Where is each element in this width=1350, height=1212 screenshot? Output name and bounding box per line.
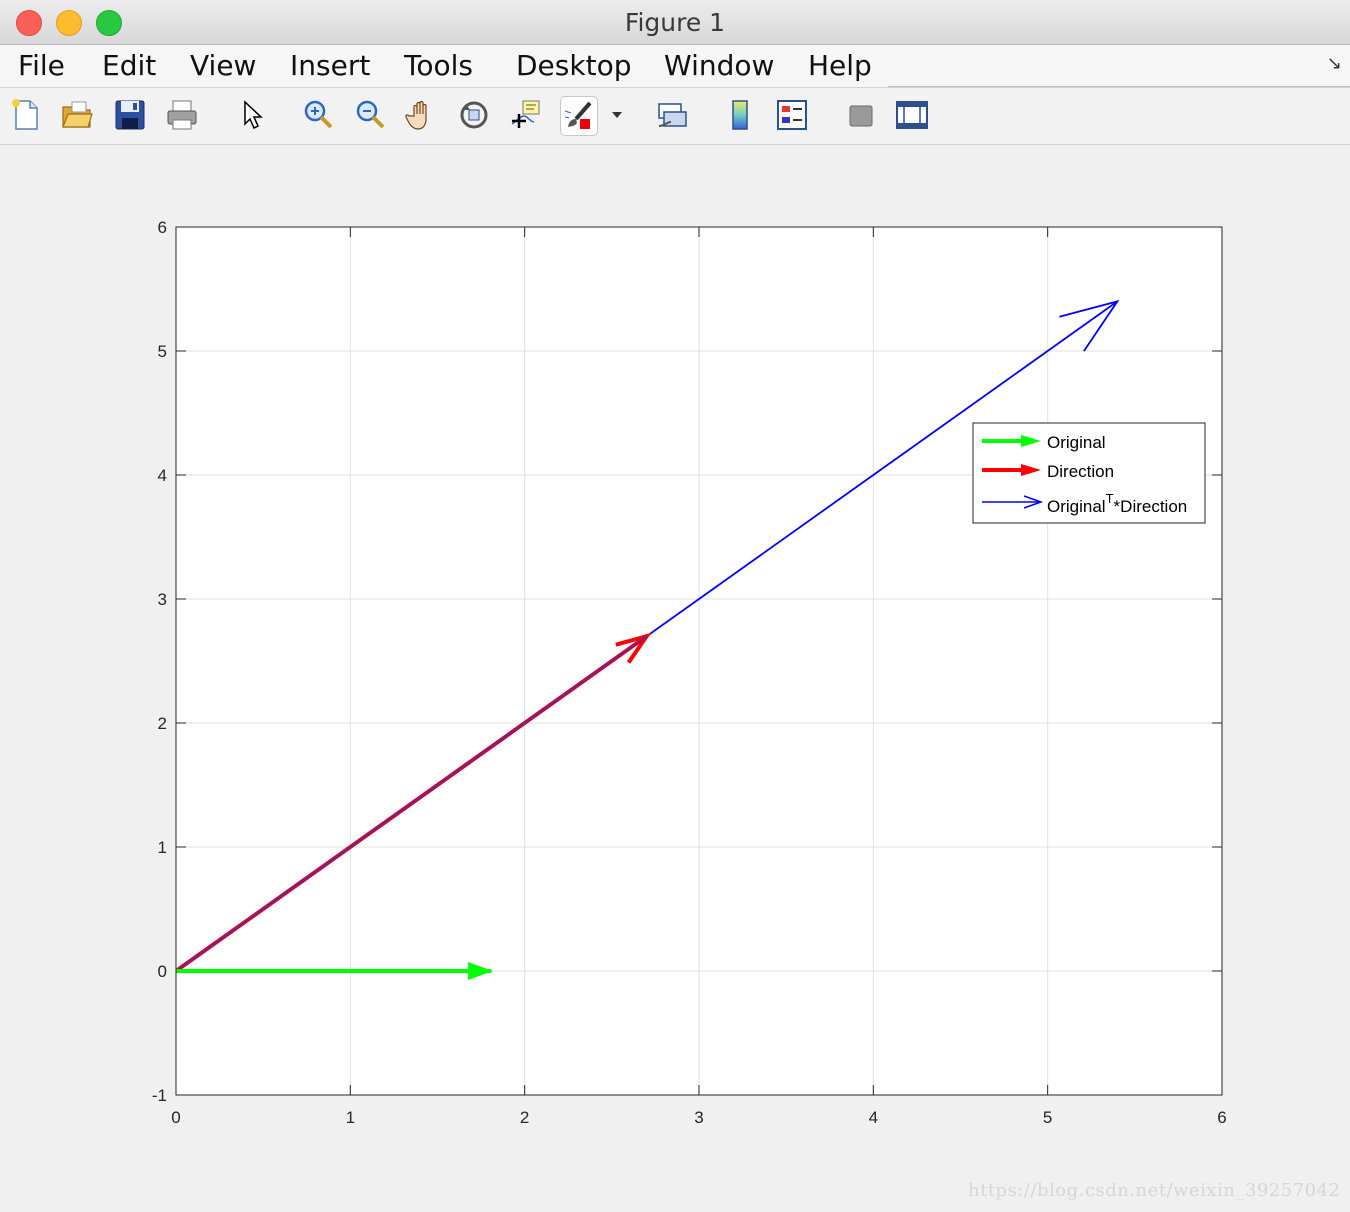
legend-label-direction: Direction <box>1047 462 1114 481</box>
y-tick-label: 3 <box>158 590 167 609</box>
legend[interactable]: Original Direction OriginalT*Direction <box>972 422 1206 524</box>
watermark: https://blog.csdn.net/weixin_39257042 <box>968 1180 1341 1201</box>
x-tick-label: 4 <box>869 1108 878 1127</box>
x-tick-label: 5 <box>1043 1108 1052 1127</box>
y-tick-label: 2 <box>158 714 167 733</box>
x-tick-label: 6 <box>1217 1108 1226 1127</box>
legend-label-original: Original <box>1047 433 1106 452</box>
y-tick-label: 0 <box>158 962 167 981</box>
legend-label-projection-base: Original <box>1047 497 1106 516</box>
x-tick-label: 0 <box>171 1108 180 1127</box>
x-tick-label: 1 <box>346 1108 355 1127</box>
legend-label-projection-suffix: *Direction <box>1114 497 1188 516</box>
figure-canvas: 0 1 2 3 4 5 6-10123456 Original Direction Orig… <box>152 218 1227 1127</box>
y-tick-label: 6 <box>158 218 167 237</box>
y-tick-label: 1 <box>158 838 167 857</box>
y-tick-label: 4 <box>158 466 167 485</box>
x-tick-label: 3 <box>694 1108 703 1127</box>
legend-label-projection-sup: T <box>1106 491 1114 506</box>
y-tick-label: 5 <box>158 342 167 361</box>
y-tick-label: -1 <box>152 1086 167 1105</box>
x-tick-label: 2 <box>520 1108 529 1127</box>
